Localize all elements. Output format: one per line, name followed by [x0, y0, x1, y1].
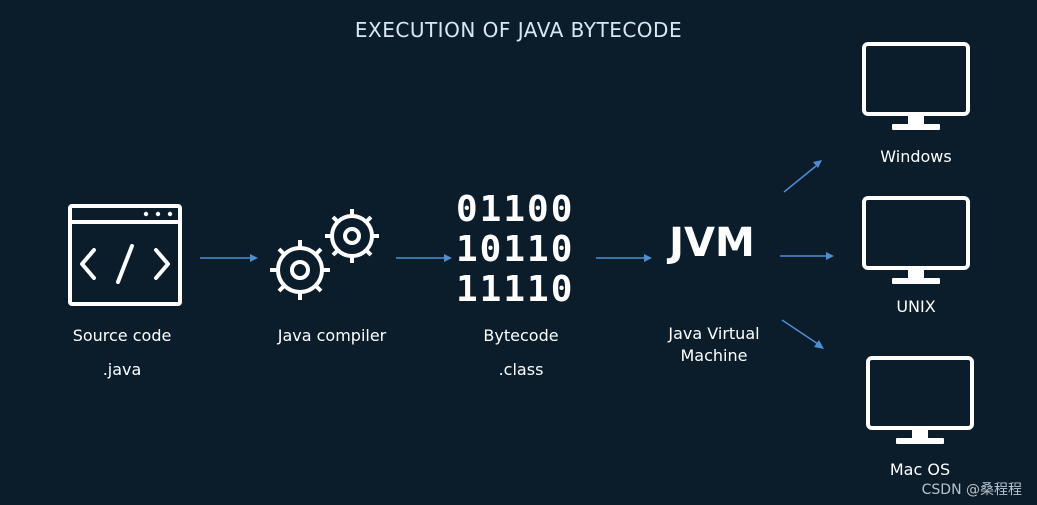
diagram-stage: EXECUTION OF JAVA BYTECODE Source code .…	[0, 0, 1037, 505]
arrow-bytecode-to-jvm	[594, 248, 652, 268]
bytecode-ext: .class	[498, 360, 544, 379]
jvm-title: JVM	[669, 220, 755, 266]
monitor-icon	[864, 354, 976, 448]
target-label-windows: Windows	[880, 147, 952, 166]
watermark: CSDN @桑程程	[921, 482, 1022, 498]
compiler-label: Java compiler	[277, 326, 387, 345]
binary-line: 11110	[456, 269, 575, 310]
arrow-source-to-compiler	[198, 248, 258, 268]
jvm-desc-line1: Java Virtual	[668, 324, 760, 343]
binary-line: 10110	[456, 229, 575, 270]
source-ext: .java	[102, 360, 142, 379]
monitor-icon	[860, 40, 972, 134]
arrow-jvm-to-windows	[782, 158, 826, 194]
arrow-jvm-to-unix	[778, 246, 834, 266]
arrow-compiler-to-bytecode	[394, 248, 452, 268]
jvm-desc-line2: Machine	[680, 346, 748, 365]
binary-line: 01100	[456, 189, 575, 230]
arrow-jvm-to-macos	[780, 318, 828, 352]
monitor-icon	[860, 194, 972, 288]
bytecode-binary: 01100 10110 11110	[456, 190, 596, 310]
source-label: Source code	[72, 326, 172, 345]
target-label-unix: UNIX	[896, 297, 936, 316]
gears-icon	[268, 206, 388, 302]
target-label-macos: Mac OS	[889, 460, 951, 479]
bytecode-label: Bytecode	[483, 326, 559, 345]
diagram-title: EXECUTION OF JAVA BYTECODE	[354, 18, 683, 42]
code-window-icon	[66, 202, 186, 308]
